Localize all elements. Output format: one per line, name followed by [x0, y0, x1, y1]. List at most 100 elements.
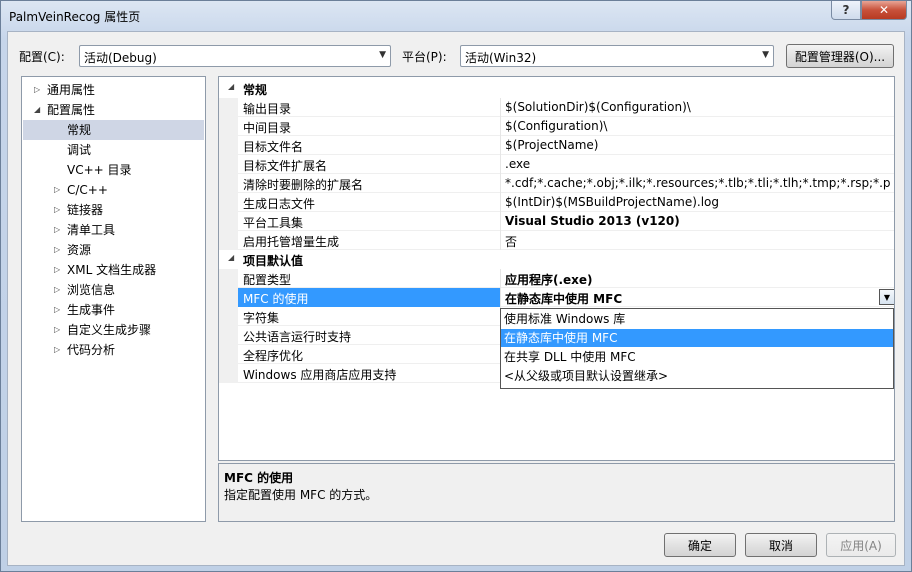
tree-item[interactable]: ▷ 代码分析 [23, 340, 204, 360]
expand-icon[interactable]: ▷ [54, 220, 60, 240]
property-value[interactable]: 否 [505, 233, 891, 250]
ok-button[interactable]: 确定 [664, 533, 736, 557]
property-value[interactable]: *.cdf;*.cache;*.obj;*.ilk;*.resources;*.… [505, 176, 891, 190]
chevron-down-icon: ▼ [883, 292, 891, 302]
tree-item[interactable]: 调试 [23, 140, 204, 160]
property-value[interactable]: $(SolutionDir)$(Configuration)\ [505, 100, 891, 114]
property-name: 字符集 [243, 311, 280, 325]
category-header: 常规 [243, 83, 268, 97]
dropdown-option[interactable]: <从父级或项目默认设置继承> [501, 367, 893, 385]
tree-item-label: 调试 [67, 143, 92, 157]
option-label: 使用标准 Windows 库 [504, 312, 626, 326]
row-gutter [219, 269, 238, 288]
expand-icon[interactable]: ▷ [54, 340, 60, 360]
dropdown-option[interactable]: 在静态库中使用 MFC [501, 329, 893, 347]
column-divider [500, 136, 501, 155]
collapse-icon[interactable]: ◢ [228, 82, 234, 91]
tree-item[interactable]: 常规 [23, 120, 204, 140]
tree-item-label: 清单工具 [67, 223, 116, 237]
mfc-usage-dropdown-list[interactable]: 使用标准 Windows 库在静态库中使用 MFC 在共享 DLL 中使用 MFC… [500, 308, 894, 389]
platform-label: 平台(P): [402, 50, 447, 64]
tree-item[interactable]: ▷ 浏览信息 [23, 280, 204, 300]
column-divider [500, 288, 501, 307]
tree-item-label: 生成事件 [67, 303, 116, 317]
option-label: 在共享 DLL 中使用 MFC [504, 350, 636, 364]
row-gutter [219, 231, 238, 250]
expand-icon[interactable]: ▷ [54, 240, 60, 260]
platform-combo[interactable]: 活动(Win32) ▼ [460, 45, 774, 67]
dropdown-option[interactable]: 在共享 DLL 中使用 MFC [501, 348, 893, 366]
help-button[interactable]: ? [831, 1, 861, 20]
collapse-icon[interactable]: ◢ [34, 100, 40, 120]
tree-item-label: 自定义生成步骤 [67, 323, 152, 337]
title-bar[interactable]: PalmVeinRecog 属性页 ? ✕ [1, 1, 911, 31]
description-text: 指定配置使用 MFC 的方式。 [224, 488, 378, 502]
property-row[interactable]: 目标文件扩展名 .exe [219, 155, 894, 174]
row-gutter [219, 98, 238, 117]
tree-item-label: 浏览信息 [67, 283, 116, 297]
apply-button[interactable]: 应用(A) [826, 533, 896, 557]
property-name: Windows 应用商店应用支持 [243, 368, 397, 382]
expand-icon[interactable]: ▷ [54, 260, 60, 280]
tree-item[interactable]: ▷ 生成事件 [23, 300, 204, 320]
dropdown-button[interactable]: ▼ [879, 289, 894, 305]
config-value: 活动(Debug) [84, 51, 157, 65]
tree-item-label: C/C++ [67, 183, 108, 197]
close-button[interactable]: ✕ [861, 1, 907, 20]
property-row[interactable]: 中间目录 $(Configuration)\ [219, 117, 894, 136]
property-value[interactable]: $(Configuration)\ [505, 119, 891, 133]
property-row[interactable]: 目标文件名 $(ProjectName) [219, 136, 894, 155]
property-name: 公共语言运行时支持 [243, 330, 352, 344]
cancel-button[interactable]: 取消 [745, 533, 817, 557]
row-gutter [219, 174, 238, 193]
property-row[interactable]: 生成日志文件 $(IntDir)$(MSBuildProjectName).log [219, 193, 894, 212]
expand-icon[interactable]: ▷ [34, 80, 40, 100]
column-divider [500, 212, 501, 231]
property-value[interactable]: $(IntDir)$(MSBuildProjectName).log [505, 195, 891, 209]
expand-icon[interactable]: ▷ [54, 180, 60, 200]
tree-item-label: 通用属性 [47, 83, 96, 97]
property-name: 目标文件名 [243, 140, 304, 154]
collapse-icon[interactable]: ◢ [228, 253, 234, 262]
tree-item[interactable]: VC++ 目录 [23, 160, 204, 180]
tree-item[interactable]: ◢ 配置属性 [23, 100, 204, 120]
expand-icon[interactable]: ▷ [54, 320, 60, 340]
property-grid[interactable]: ◢ 常规 输出目录 $(SolutionDir)$(Configuration)\… [218, 76, 895, 461]
property-value[interactable]: 在静态库中使用 MFC [505, 290, 891, 307]
property-value[interactable]: $(ProjectName) [505, 138, 891, 152]
property-row[interactable]: 启用托管增量生成 否 [219, 231, 894, 250]
config-combo[interactable]: 活动(Debug) ▼ [79, 45, 391, 67]
property-tree[interactable]: ▷ 通用属性 ◢ 配置属性 常规 调试 VC++ 目录 ▷ C/C++ ▷ 链接器 ▷ 清单工具 ▷ 资源 ▷… [21, 76, 206, 522]
config-manager-button[interactable]: 配置管理器(O)... [786, 44, 894, 68]
category-defaults[interactable]: ◢ 项目默认值 [219, 250, 894, 269]
tree-item[interactable]: ▷ XML 文档生成器 [23, 260, 204, 280]
tree-item-label: 常规 [67, 123, 92, 137]
tree-item-label: 配置属性 [47, 103, 96, 117]
tree-item-label: 链接器 [67, 203, 104, 217]
tree-item[interactable]: ▷ 通用属性 [23, 80, 204, 100]
tree-item[interactable]: ▷ C/C++ [23, 180, 204, 200]
property-name: 启用托管增量生成 [243, 235, 340, 249]
property-row[interactable]: 输出目录 $(SolutionDir)$(Configuration)\ [219, 98, 894, 117]
property-row[interactable]: MFC 的使用 在静态库中使用 MFC ▼ [219, 288, 894, 307]
property-row[interactable]: 平台工具集 Visual Studio 2013 (v120) [219, 212, 894, 231]
tree-item[interactable]: ▷ 资源 [23, 240, 204, 260]
expand-icon[interactable]: ▷ [54, 200, 60, 220]
property-name: 平台工具集 [243, 216, 304, 230]
property-value[interactable]: 应用程序(.exe) [505, 271, 891, 288]
property-row[interactable]: 清除时要删除的扩展名 *.cdf;*.cache;*.obj;*.ilk;*.re… [219, 174, 894, 193]
expand-icon[interactable]: ▷ [54, 280, 60, 300]
column-divider [500, 231, 501, 250]
column-divider [500, 98, 501, 117]
tree-item[interactable]: ▷ 自定义生成步骤 [23, 320, 204, 340]
category-general[interactable]: ◢ 常规 [219, 79, 894, 98]
row-gutter [219, 288, 238, 307]
tree-item[interactable]: ▷ 清单工具 [23, 220, 204, 240]
property-row[interactable]: 配置类型 应用程序(.exe) [219, 269, 894, 288]
property-name: 中间目录 [243, 121, 292, 135]
dropdown-option[interactable]: 使用标准 Windows 库 [501, 310, 893, 328]
expand-icon[interactable]: ▷ [54, 300, 60, 320]
property-value[interactable]: .exe [505, 157, 891, 171]
property-value[interactable]: Visual Studio 2013 (v120) [505, 214, 891, 228]
tree-item[interactable]: ▷ 链接器 [23, 200, 204, 220]
